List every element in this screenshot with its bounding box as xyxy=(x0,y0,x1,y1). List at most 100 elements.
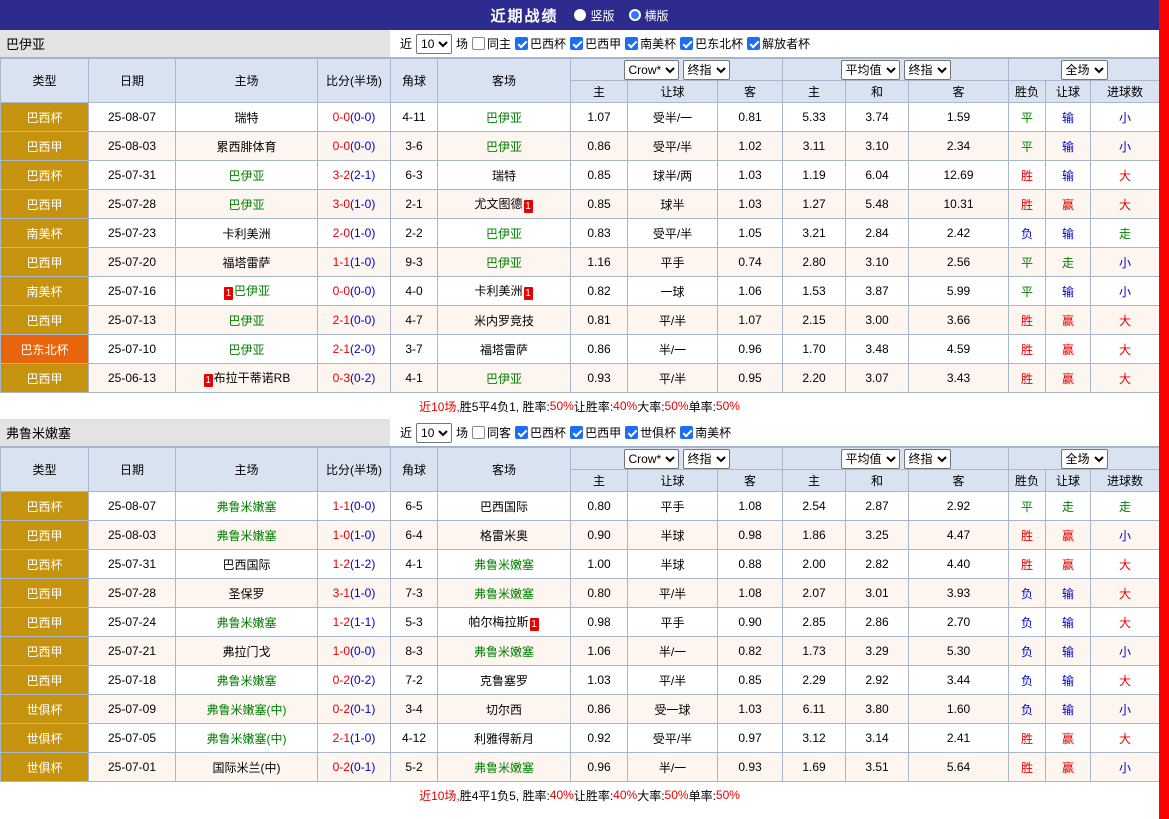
avg-type-select[interactable]: 平均值 xyxy=(841,60,900,80)
avg-home: 1.53 xyxy=(783,277,846,306)
match-row: 巴西甲25-06-131布拉干蒂诺RB0-3(0-2)4-1巴伊亚0.93平/半… xyxy=(1,364,1160,393)
near-label: 近 xyxy=(400,35,412,52)
odds-provider-select[interactable]: Crow* xyxy=(624,60,679,80)
checkbox-checked-icon[interactable] xyxy=(680,426,693,439)
score-cell: 1-1(1-0) xyxy=(318,248,391,277)
odds-handicap: 半/一 xyxy=(628,637,718,666)
team-name: 弗鲁米嫩塞 xyxy=(216,529,276,543)
checkbox-checked-icon[interactable] xyxy=(515,37,528,50)
league-filter[interactable]: 巴西甲 xyxy=(570,424,621,441)
team-name: 巴伊亚 xyxy=(486,111,522,125)
scope-select[interactable]: 全场 xyxy=(1061,60,1108,80)
result-outcome: 平 xyxy=(1009,103,1046,132)
league-type: 巴西甲 xyxy=(1,608,89,637)
sub-col-header: 胜负 xyxy=(1009,470,1046,492)
col-header: 主场 xyxy=(176,448,318,492)
avg-stage-select[interactable]: 终指 xyxy=(904,449,951,469)
score-cell: 2-1(2-0) xyxy=(318,335,391,364)
checkbox-checked-icon[interactable] xyxy=(515,426,528,439)
odds-handicap: 半/一 xyxy=(628,335,718,364)
checkbox-checked-icon[interactable] xyxy=(570,37,583,50)
layout-radio-1[interactable]: 竖版 xyxy=(574,7,614,24)
result-outcome: 胜 xyxy=(1009,753,1046,782)
scope-select[interactable]: 全场 xyxy=(1061,449,1108,469)
home-team-cell: 卡利美洲 xyxy=(176,219,318,248)
result-outcome: 平 xyxy=(1009,492,1046,521)
avg-away: 4.40 xyxy=(909,550,1009,579)
result-handicap: 走 xyxy=(1046,492,1091,521)
avg-stage-select[interactable]: 终指 xyxy=(904,60,951,80)
result-goals: 大 xyxy=(1091,190,1160,219)
match-row: 巴西甲25-07-28圣保罗3-1(1-0)7-3弗鲁米嫩塞0.80平/半1.0… xyxy=(1,579,1160,608)
league-filter[interactable]: 巴西甲 xyxy=(570,35,621,52)
match-row: 巴西杯25-08-07弗鲁米嫩塞1-1(0-0)6-5巴西国际0.80平手1.0… xyxy=(1,492,1160,521)
checkbox-checked-icon[interactable] xyxy=(747,37,760,50)
result-handicap: 输 xyxy=(1046,277,1091,306)
odds-home: 0.86 xyxy=(571,335,628,364)
checkbox-checked-icon[interactable] xyxy=(625,37,638,50)
col-header: 比分(半场) xyxy=(318,59,391,103)
filters: 近10场同主巴西杯巴西甲南美杯巴东北杯解放者杯 xyxy=(390,30,1159,57)
league-filter[interactable]: 解放者杯 xyxy=(747,35,810,52)
league-filter-label: 巴西杯 xyxy=(530,424,566,441)
same-venue-filter[interactable]: 同客 xyxy=(472,424,511,441)
radio-icon[interactable] xyxy=(574,9,586,21)
same-venue-filter[interactable]: 同主 xyxy=(472,35,511,52)
checkbox-checked-icon[interactable] xyxy=(570,426,583,439)
team-name: 巴伊亚 xyxy=(486,256,522,270)
sub-col-header: 和 xyxy=(846,81,909,103)
league-filter[interactable]: 巴东北杯 xyxy=(680,35,743,52)
avg-type-select[interactable]: 平均值 xyxy=(841,449,900,469)
result-outcome: 负 xyxy=(1009,637,1046,666)
layout-radio-2[interactable]: 横版 xyxy=(629,7,669,24)
team-name: 圣保罗 xyxy=(228,587,264,601)
odds-home: 0.98 xyxy=(571,608,628,637)
col-header: 日期 xyxy=(89,448,176,492)
home-team-cell: 巴伊亚 xyxy=(176,190,318,219)
avg-away: 2.42 xyxy=(909,219,1009,248)
avg-group-header: 平均值终指 xyxy=(783,448,1009,470)
odds-stage-select[interactable]: 终指 xyxy=(683,449,730,469)
league-filter[interactable]: 巴西杯 xyxy=(515,35,566,52)
checkbox-checked-icon[interactable] xyxy=(625,426,638,439)
odds-handicap: 平/半 xyxy=(628,364,718,393)
team-name: 巴西国际 xyxy=(222,558,270,572)
avg-away: 2.92 xyxy=(909,492,1009,521)
odds-provider-select[interactable]: Crow* xyxy=(624,449,679,469)
table-header-row-1: 类型日期主场比分(半场)角球客场Crow*终指平均值终指全场 xyxy=(1,59,1160,81)
league-type: 巴西甲 xyxy=(1,306,89,335)
results-table: 类型日期主场比分(半场)角球客场Crow*终指平均值终指全场主让球客主和客胜负让… xyxy=(0,447,1160,782)
radio-icon[interactable] xyxy=(629,9,641,21)
summary-segment: 单率: xyxy=(689,398,716,415)
league-filter[interactable]: 巴西杯 xyxy=(515,424,566,441)
match-row: 巴西杯25-08-07瑞特0-0(0-0)4-11巴伊亚1.07受半/一0.81… xyxy=(1,103,1160,132)
corners-cell: 3-7 xyxy=(391,335,438,364)
league-filter[interactable]: 世俱杯 xyxy=(625,424,676,441)
odds-away: 0.81 xyxy=(718,103,783,132)
league-filter[interactable]: 南美杯 xyxy=(625,35,676,52)
avg-away: 4.47 xyxy=(909,521,1009,550)
match-date: 25-08-07 xyxy=(89,492,176,521)
result-goals: 大 xyxy=(1091,161,1160,190)
avg-draw: 3.48 xyxy=(846,335,909,364)
match-row: 世俱杯25-07-09弗鲁米嫩塞(中)0-2(0-1)3-4切尔西0.86受一球… xyxy=(1,695,1160,724)
odds-away: 0.74 xyxy=(718,248,783,277)
odds-stage-select[interactable]: 终指 xyxy=(683,60,730,80)
league-type: 巴西甲 xyxy=(1,637,89,666)
league-filter[interactable]: 南美杯 xyxy=(680,424,731,441)
team-name: 弗鲁米嫩塞(中) xyxy=(207,703,287,717)
checkbox-unchecked-icon[interactable] xyxy=(472,426,485,439)
odds-home: 0.82 xyxy=(571,277,628,306)
match-count-select[interactable]: 10 xyxy=(416,423,452,443)
result-outcome: 胜 xyxy=(1009,161,1046,190)
checkbox-unchecked-icon[interactable] xyxy=(472,37,485,50)
vertical-scrollbar[interactable] xyxy=(1159,0,1169,819)
home-team-cell: 1巴伊亚 xyxy=(176,277,318,306)
score-cell: 1-1(0-0) xyxy=(318,492,391,521)
home-team-cell: 巴伊亚 xyxy=(176,161,318,190)
match-date: 25-08-03 xyxy=(89,132,176,161)
home-team-cell: 弗鲁米嫩塞(中) xyxy=(176,724,318,753)
checkbox-checked-icon[interactable] xyxy=(680,37,693,50)
league-type: 巴西甲 xyxy=(1,132,89,161)
match-count-select[interactable]: 10 xyxy=(416,34,452,54)
